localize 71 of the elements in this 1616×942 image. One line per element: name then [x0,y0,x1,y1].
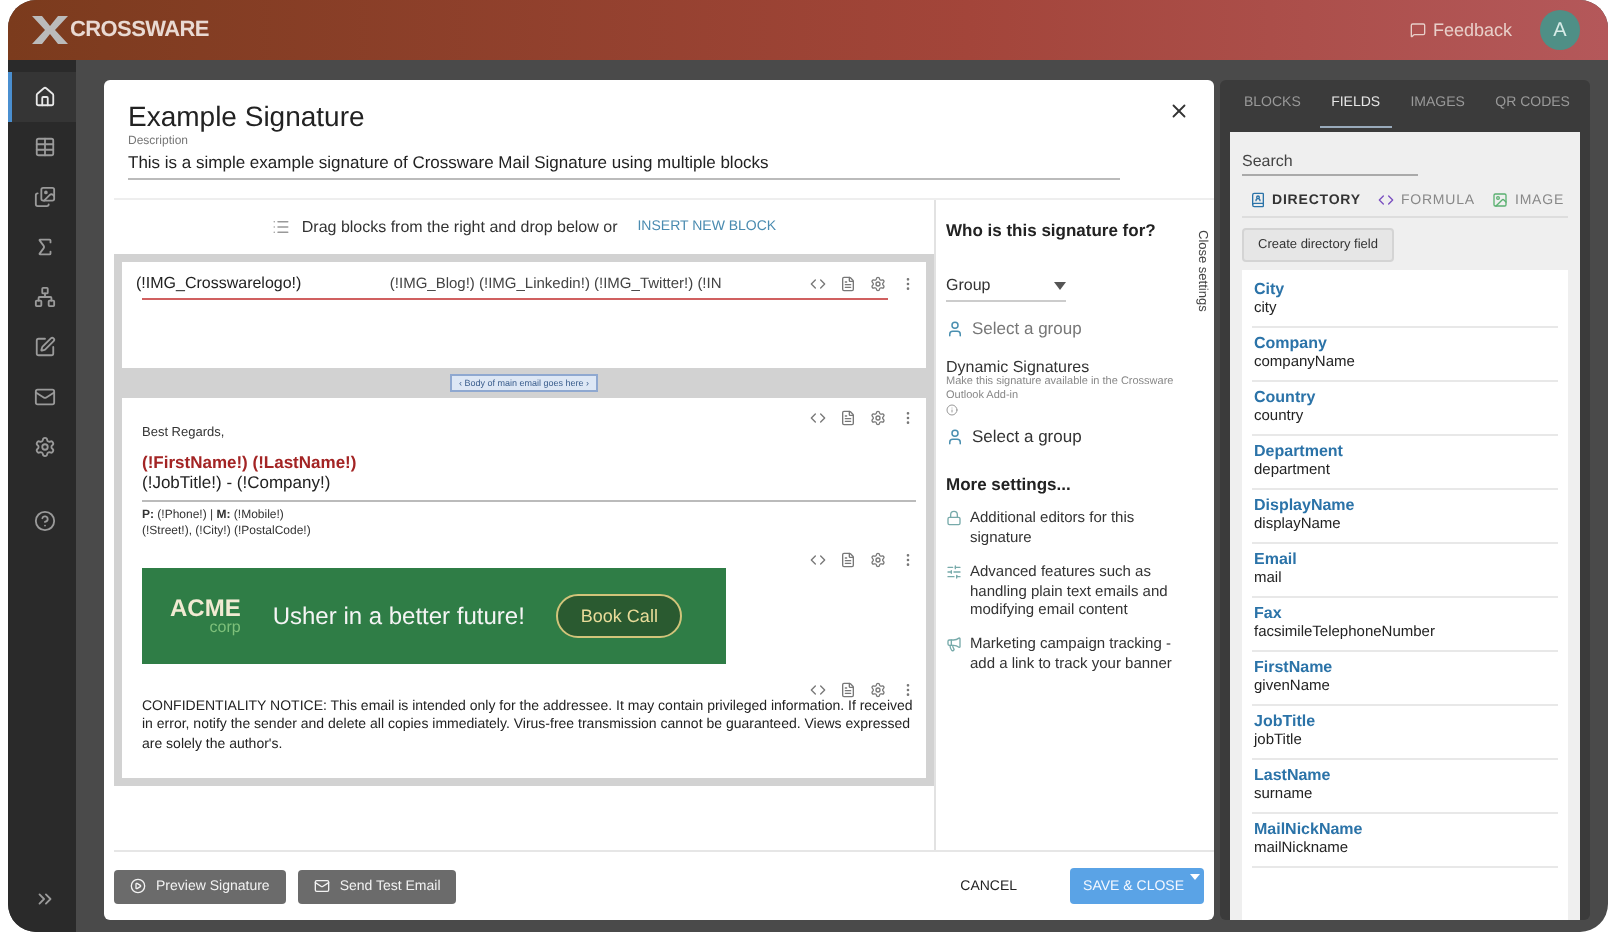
code-icon [1378,192,1395,208]
search-field[interactable]: Search [1242,148,1418,176]
field-label[interactable]: Company [1254,334,1556,352]
description-field[interactable]: This is a simple example signature of Crossware Mail Signature using multiple blocks [128,148,1120,180]
field-label[interactable]: LastName [1254,766,1556,784]
chat-icon [1410,22,1427,38]
dynamic-title: Dynamic Signatures [946,358,1092,376]
settings-icon[interactable] [870,410,886,426]
lock-icon [946,510,962,527]
code-icon[interactable] [810,551,826,568]
drag-hint: Drag blocks from the right and drop below or [301,218,618,236]
help-icon [33,510,55,532]
megaphone-icon [946,636,962,653]
table-icon [33,136,55,158]
group-picker[interactable]: Select a group [946,426,1186,447]
signature-block[interactable] [122,398,926,779]
field-label[interactable]: JobTitle [1254,712,1556,730]
list-icon [271,218,290,236]
settings-icon[interactable] [870,551,886,568]
document-icon[interactable] [840,681,856,698]
user-avatar[interactable]: A [1540,10,1580,50]
user-icon [946,319,964,337]
nav-item[interactable] [8,72,76,122]
play-icon [130,878,146,894]
code-icon[interactable] [810,681,826,698]
field-label[interactable]: Department [1254,442,1556,460]
book-call-button: Book Call [556,593,682,638]
more-heading: More settings... [946,474,1073,495]
caret-icon [1054,281,1066,289]
network-icon [33,286,55,308]
document-icon[interactable] [840,410,856,426]
field-label[interactable]: Email [1254,550,1556,568]
close-icon [1168,100,1190,122]
code-icon[interactable] [810,410,826,426]
settings-icon [33,436,55,458]
settings-heading: Who is this signature for? [946,220,1158,240]
name-placeholder: (!FirstName!) (!LastName!) [142,452,359,472]
field-label[interactable]: City [1254,280,1556,298]
settings-icon[interactable] [870,681,886,698]
mail-icon [33,386,55,408]
banner-tagline: Usher in a better future! [272,601,525,630]
group-select[interactable]: Group [946,272,1066,302]
sliders-icon [946,563,962,580]
field-label[interactable]: Fax [1254,604,1556,622]
feedback-link[interactable]: Feedback [1410,20,1512,40]
sigma-icon [33,236,55,258]
field-label[interactable]: Country [1254,388,1556,406]
document-icon[interactable] [840,275,856,291]
settings-icon[interactable] [870,275,886,291]
logo-subtext: corp [209,619,241,634]
user-icon [946,427,964,446]
home-icon [33,86,55,108]
contact-book-icon [1250,192,1266,208]
edit-icon [33,336,55,358]
placeholder-text: (!IMG_Crosswarelogo!) [136,274,302,292]
expand-icon[interactable] [33,888,55,910]
mail-icon [313,878,330,894]
field-label[interactable]: DisplayName [1254,496,1556,514]
images-icon [33,186,55,208]
field-label[interactable]: MailNickName [1254,820,1556,838]
code-icon[interactable] [810,275,826,291]
document-icon[interactable] [840,551,856,568]
image-icon [1492,192,1509,208]
logo-icon [32,16,68,44]
brand-name: CROSSWARE [70,18,209,42]
group-picker[interactable]: Select a group [946,318,1186,338]
job-placeholder: (!JobTitle!) - (!Company!) [142,472,333,492]
dialog-title: Example Signature [128,100,367,132]
caret-icon [1190,874,1200,880]
logo-text: ACME [170,597,241,620]
field-label[interactable]: FirstName [1254,658,1556,676]
